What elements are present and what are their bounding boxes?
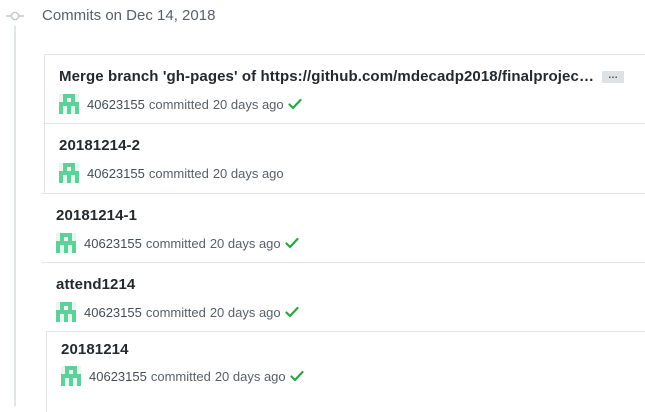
commit-meta: 40623155 committed 20 days ago [59, 94, 302, 114]
commit-author-link[interactable]: 40623155 [84, 305, 142, 320]
commit-title-row: 20181214-2 [59, 137, 140, 154]
check-icon[interactable] [288, 97, 302, 111]
commit-time[interactable]: 20 days ago [215, 369, 286, 384]
commit-time[interactable]: 20 days ago [210, 305, 281, 320]
commit-action: committed [148, 96, 209, 112]
commit-title-row: 20181214-1 [56, 207, 137, 224]
commit-meta: 40623155 committed 20 days ago [61, 366, 304, 386]
commit-title-link[interactable]: 20181214 [61, 341, 129, 358]
git-commit-icon [6, 11, 24, 21]
timeline-line [14, 26, 16, 406]
commit-title-row: attend1214 [56, 276, 135, 293]
commit-meta: 40623155 committed 20 days ago [56, 302, 299, 322]
expand-message-button[interactable]: … [602, 70, 625, 83]
commit-title-link[interactable]: 20181214-1 [56, 207, 137, 224]
avatar[interactable] [59, 94, 79, 114]
avatar[interactable] [61, 366, 81, 386]
avatar[interactable] [56, 302, 76, 322]
commit-action: committed [148, 165, 209, 181]
commit-title-link[interactable]: Merge branch 'gh-pages' of https://githu… [59, 68, 594, 85]
commit-meta: 40623155 committed 20 days ago [56, 233, 299, 253]
commit-time[interactable]: 20 days ago [210, 236, 281, 251]
commit-title-row: Merge branch 'gh-pages' of https://githu… [59, 68, 625, 85]
commit-group-title: Commits on Dec 14, 2018 [42, 7, 216, 24]
commit-group-header: Commits on Dec 14, 2018 [0, 0, 645, 32]
commit-action: committed [145, 304, 206, 320]
commit-meta: 40623155 committed 20 days ago [59, 163, 284, 183]
check-icon[interactable] [290, 369, 304, 383]
check-icon[interactable] [285, 305, 299, 319]
commit-author-link[interactable]: 40623155 [89, 369, 147, 384]
commit-author-link[interactable]: 40623155 [87, 97, 145, 112]
commit-item: 20181214-1 40623155 committed 20 days ag… [42, 193, 645, 263]
avatar[interactable] [56, 233, 76, 253]
commit-author-link[interactable]: 40623155 [84, 236, 142, 251]
commit-item: attend1214 40623155 committed 20 days ag… [42, 262, 645, 332]
commit-time[interactable]: 20 days ago [213, 97, 284, 112]
commit-time[interactable]: 20 days ago [213, 166, 284, 181]
commit-author-link[interactable]: 40623155 [87, 166, 145, 181]
avatar[interactable] [59, 163, 79, 183]
commit-title-link[interactable]: attend1214 [56, 276, 135, 293]
commit-action: committed [150, 368, 211, 384]
commit-action: committed [145, 235, 206, 251]
commit-title-row: 20181214 [61, 341, 129, 358]
commit-item: 20181214 40623155 committed 20 days ago [46, 331, 645, 412]
check-icon[interactable] [285, 236, 299, 250]
commit-item: 20181214-2 40623155 committed 20 days ag… [44, 123, 645, 194]
commit-item: Merge branch 'gh-pages' of https://githu… [44, 54, 645, 124]
commit-title-link[interactable]: 20181214-2 [59, 137, 140, 154]
